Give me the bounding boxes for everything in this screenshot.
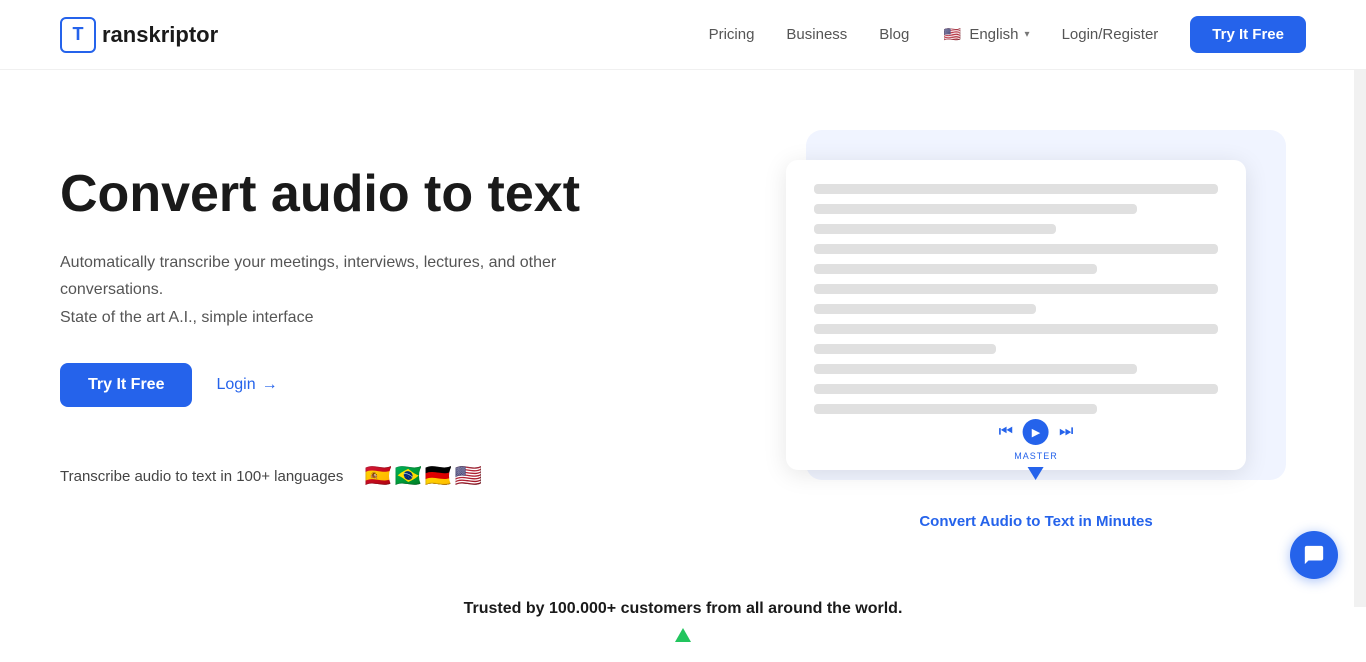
trusted-text: Trusted by 100.000+ customers from all a…	[60, 600, 1306, 618]
hero-mockup: ⏮ ▶ ⏭ MASTER Convert Audio to Text in Mi…	[766, 130, 1306, 530]
logo-text: ranskriptor	[102, 22, 218, 48]
text-line-6	[814, 284, 1218, 294]
hero-login-button[interactable]: Login →	[216, 376, 277, 394]
hero-description-1: Automatically transcribe your meetings, …	[60, 249, 620, 303]
play-button[interactable]: ▶	[1023, 419, 1049, 445]
header-try-free-button[interactable]: Try It Free	[1190, 16, 1306, 53]
chat-icon	[1303, 544, 1325, 566]
text-line-2	[814, 204, 1137, 214]
hero-content: Convert audio to text Automatically tran…	[60, 165, 620, 495]
language-flag: 🇺🇸	[941, 24, 963, 46]
logo[interactable]: T ranskriptor	[60, 17, 218, 53]
section-divider	[60, 618, 1306, 642]
text-line-10	[814, 364, 1137, 374]
flag-stack: 🇪🇸 🇧🇷 🇩🇪 🇺🇸	[359, 457, 487, 495]
language-label: English	[969, 26, 1018, 43]
nav-blog[interactable]: Blog	[879, 26, 909, 43]
main-nav: Pricing Business Blog 🇺🇸 English ▾ Login…	[709, 16, 1306, 53]
mockup-convert-label: Convert Audio to Text in Minutes	[919, 513, 1152, 530]
text-line-9	[814, 344, 996, 354]
player-label: MASTER	[1014, 451, 1058, 461]
chevron-down-icon: ▾	[1025, 29, 1030, 40]
flag-english: 🇺🇸	[449, 457, 487, 495]
text-line-11	[814, 384, 1218, 394]
text-line-3	[814, 224, 1056, 234]
arrow-right-icon: →	[262, 376, 278, 394]
text-line-5	[814, 264, 1097, 274]
languages-label: Transcribe audio to text in 100+ languag…	[60, 468, 343, 485]
language-selector[interactable]: 🇺🇸 English ▾	[941, 24, 1029, 46]
rewind-icon: ⏮	[999, 423, 1013, 441]
logo-icon: T	[60, 17, 96, 53]
player-row: ⏮ ▶ ⏭	[999, 419, 1074, 445]
forward-icon: ⏭	[1059, 423, 1073, 441]
text-line-4	[814, 244, 1218, 254]
player-controls: ⏮ ▶ ⏭ MASTER	[999, 419, 1074, 480]
text-line-7	[814, 304, 1036, 314]
chat-button[interactable]	[1290, 531, 1338, 579]
cursor-icon	[1028, 467, 1044, 480]
nav-business[interactable]: Business	[786, 26, 847, 43]
text-line-8	[814, 324, 1218, 334]
hero-section: Convert audio to text Automatically tran…	[0, 70, 1366, 570]
scrollbar[interactable]	[1354, 0, 1366, 607]
hero-try-free-button[interactable]: Try It Free	[60, 363, 192, 407]
trusted-section: Trusted by 100.000+ customers from all a…	[0, 570, 1366, 662]
languages-row: Transcribe audio to text in 100+ languag…	[60, 457, 620, 495]
nav-login-register[interactable]: Login/Register	[1062, 26, 1159, 43]
hero-description-2: State of the art A.I., simple interface	[60, 309, 620, 327]
play-icon: ▶	[1032, 426, 1040, 439]
hero-cta-group: Try It Free Login →	[60, 363, 620, 407]
text-line-1	[814, 184, 1218, 194]
header: T ranskriptor Pricing Business Blog 🇺🇸 E…	[0, 0, 1366, 70]
nav-pricing[interactable]: Pricing	[709, 26, 755, 43]
hero-title: Convert audio to text	[60, 165, 620, 225]
triangle-icon	[675, 628, 691, 642]
text-line-12	[814, 404, 1097, 414]
